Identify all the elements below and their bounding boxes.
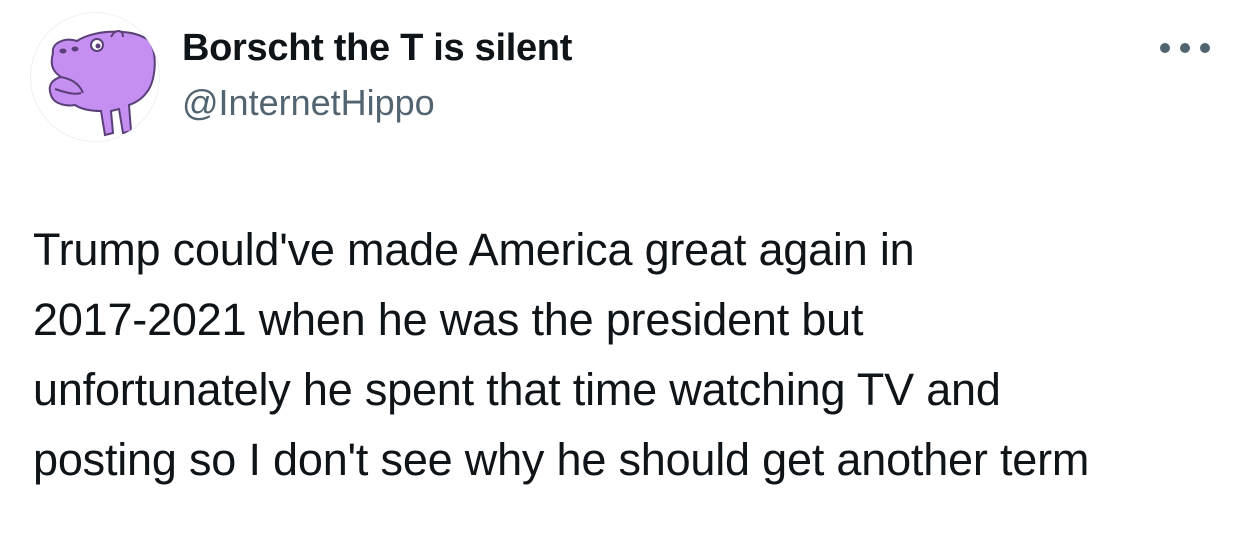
tweet-text-line: posting so I don't see why he should get… [33, 434, 1090, 485]
author-display-name[interactable]: Borscht the T is silent [182, 26, 572, 70]
more-horizontal-icon [1160, 43, 1210, 53]
author-handle[interactable]: @InternetHippo [182, 82, 435, 124]
author-avatar[interactable] [30, 12, 160, 142]
tweet-text-line: Trump could've made America great again … [33, 224, 915, 275]
more-options-button[interactable] [1154, 30, 1216, 66]
tweet-text: Trump could've made America great again … [33, 215, 1223, 495]
tweet-card: Borscht the T is silent @InternetHippo T… [0, 0, 1239, 550]
hippo-avatar-icon [48, 30, 156, 137]
tweet-text-line: unfortunately he spent that time watchin… [33, 364, 1001, 415]
tweet-text-line: 2017-2021 when he was the president but [33, 294, 864, 345]
